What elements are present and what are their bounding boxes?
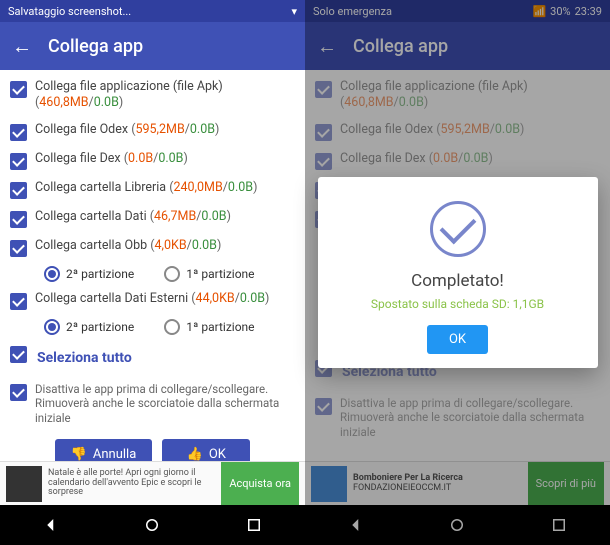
check-circle-icon — [430, 201, 486, 257]
completion-dialog: Completato! Spostato sulla scheda SD: 1,… — [318, 177, 598, 368]
checkbox-icon[interactable] — [10, 346, 27, 363]
note-row[interactable]: Disattiva le app prima di collegare/scol… — [8, 377, 297, 432]
item-label: Collega file applicazione (file Apk) (46… — [35, 79, 295, 112]
partition-row: 2ª partizione 1ª partizione — [8, 315, 297, 339]
thumbs-up-icon: 👍 — [187, 447, 203, 461]
button-row: 👎Annulla 👍OK — [8, 431, 297, 461]
status-text: Salvataggio screenshot... — [8, 5, 131, 18]
dialog-ok-button[interactable]: OK — [427, 325, 488, 354]
ad-image — [6, 466, 42, 502]
back-icon[interactable]: ← — [12, 34, 32, 59]
cancel-button[interactable]: 👎Annulla — [55, 439, 153, 461]
nav-back-icon[interactable] — [41, 515, 61, 535]
radio-2nd[interactable]: 2ª partizione — [44, 266, 134, 282]
list-item[interactable]: Collega file applicazione (file Apk) (46… — [8, 74, 297, 117]
list-item[interactable]: Collega file Dex (0.0B/0.0B) — [8, 146, 297, 175]
radio-icon — [164, 266, 180, 282]
item-label: Collega cartella Libreria (240,0MB/0.0B) — [35, 180, 295, 196]
checkbox-icon[interactable] — [10, 293, 27, 310]
dialog-subtitle: Spostato sulla scheda SD: 1,1GB — [334, 297, 582, 311]
list-item[interactable]: Collega cartella Obb (4,0KB/0.0B) — [8, 233, 297, 262]
checkbox-icon[interactable] — [10, 211, 27, 228]
checkbox-icon[interactable] — [10, 81, 27, 98]
ad-cta[interactable]: Acquista ora — [221, 462, 299, 505]
content: Collega file applicazione (file Apk) (46… — [0, 70, 305, 461]
partition-row: 2ª partizione 1ª partizione — [8, 262, 297, 286]
ok-button[interactable]: 👍OK — [162, 439, 250, 461]
list-item[interactable]: Collega cartella Dati (46,7MB/0.0B) — [8, 204, 297, 233]
thumbs-down-icon: 👎 — [71, 447, 87, 461]
screen-right: Solo emergenza 📶 30% 23:39 ← Collega app… — [305, 0, 610, 545]
app-title: Collega app — [48, 36, 143, 57]
radio-icon — [44, 319, 60, 335]
status-bar: Salvataggio screenshot... ▾ — [0, 0, 305, 22]
app-bar: ← Collega app — [0, 22, 305, 70]
nav-bar — [0, 505, 305, 545]
radio-icon — [44, 266, 60, 282]
item-label: Collega cartella Dati Esterni (44,0KB/0.… — [35, 291, 295, 307]
list-item[interactable]: Collega cartella Libreria (240,0MB/0.0B) — [8, 175, 297, 204]
select-all[interactable]: Seleziona tutto — [8, 339, 297, 377]
checkbox-icon[interactable] — [10, 153, 27, 170]
list-item[interactable]: Collega cartella Dati Esterni (44,0KB/0.… — [8, 286, 297, 315]
radio-icon — [164, 319, 180, 335]
ad-text: Natale è alle porte! Apri ogni giorno il… — [48, 469, 215, 499]
checkbox-icon[interactable] — [10, 124, 27, 141]
item-label: Collega cartella Obb (4,0KB/0.0B) — [35, 238, 295, 254]
checkbox-icon[interactable] — [10, 240, 27, 257]
checkbox-icon[interactable] — [10, 384, 27, 401]
dialog-overlay: Completato! Spostato sulla scheda SD: 1,… — [305, 0, 610, 545]
dialog-title: Completato! — [334, 271, 582, 291]
checkbox-icon[interactable] — [10, 182, 27, 199]
item-label: Collega cartella Dati (46,7MB/0.0B) — [35, 209, 295, 225]
list-item[interactable]: Collega file Odex (595,2MB/0.0B) — [8, 117, 297, 146]
item-label: Collega file Dex (0.0B/0.0B) — [35, 151, 295, 167]
status-icons: ▾ — [291, 5, 297, 18]
nav-home-icon[interactable] — [142, 515, 162, 535]
screen-left: Salvataggio screenshot... ▾ ← Collega ap… — [0, 0, 305, 545]
radio-1st[interactable]: 1ª partizione — [164, 266, 254, 282]
radio-1st[interactable]: 1ª partizione — [164, 319, 254, 335]
radio-2nd[interactable]: 2ª partizione — [44, 319, 134, 335]
item-label: Collega file Odex (595,2MB/0.0B) — [35, 122, 295, 138]
ad-banner[interactable]: Natale è alle porte! Apri ogni giorno il… — [0, 461, 305, 505]
nav-recent-icon[interactable] — [244, 515, 264, 535]
